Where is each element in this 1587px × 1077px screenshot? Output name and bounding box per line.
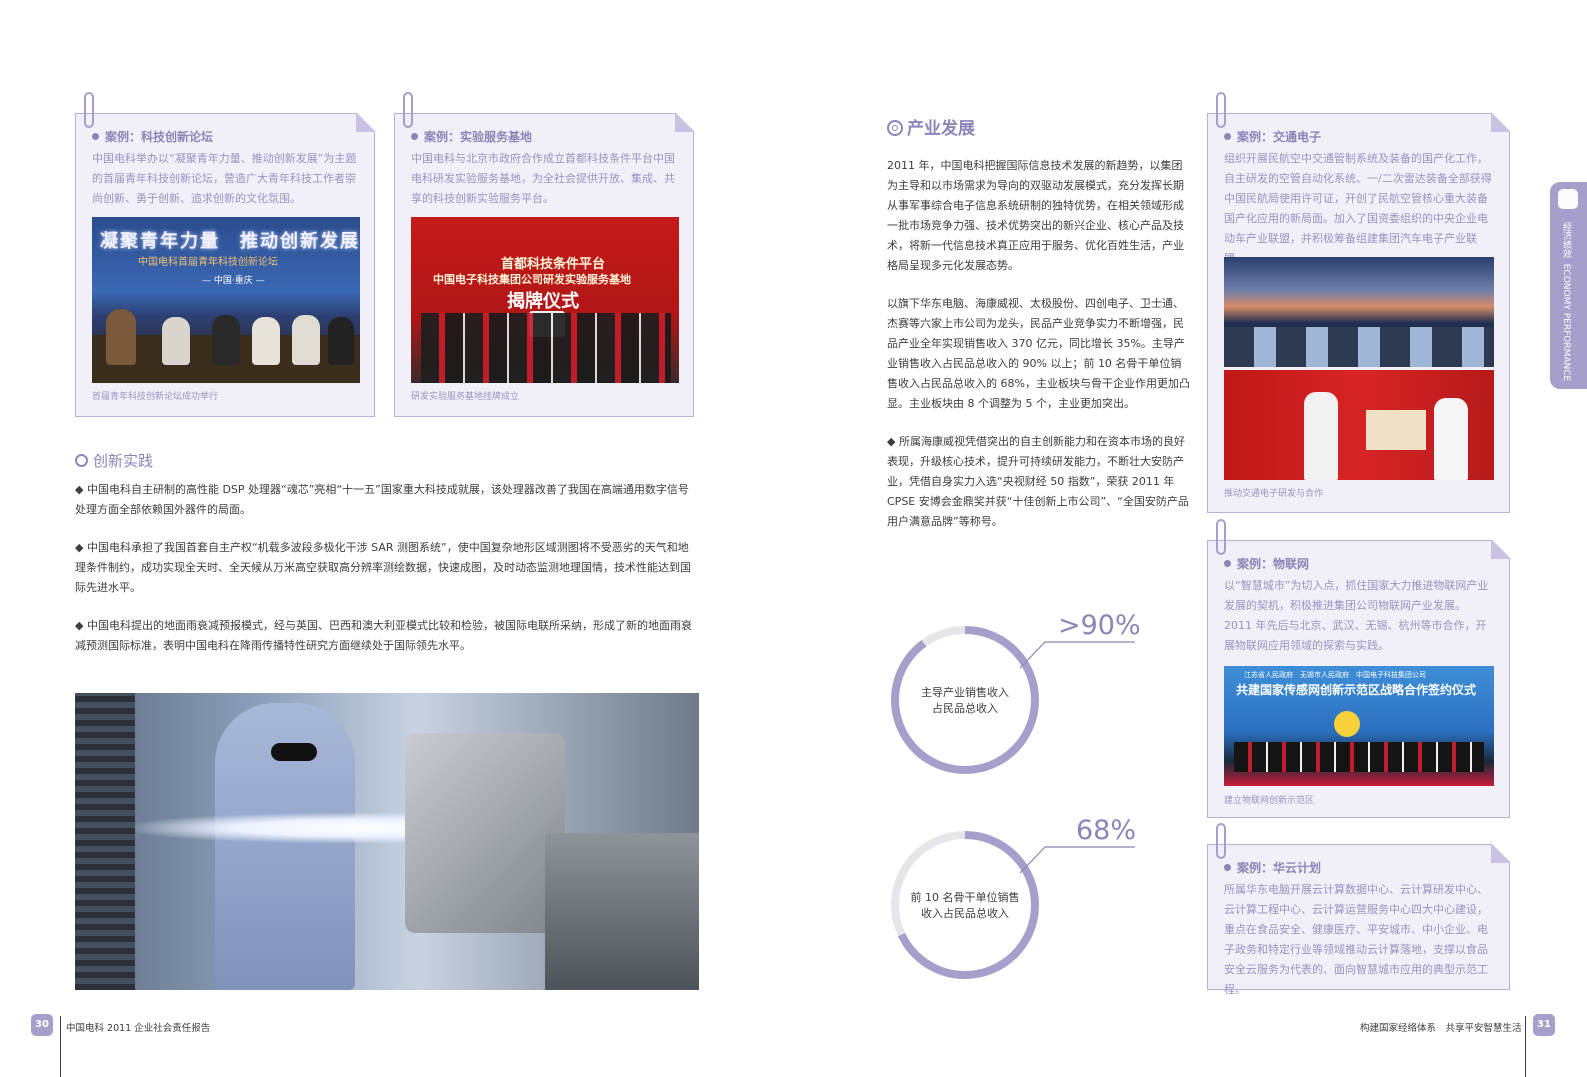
section-title-industry: 产业发展 [887,114,975,139]
section-title-innovation: 创新实践 [75,450,153,471]
case-caption: 研发实验服务基地挂牌成立 [411,392,520,402]
case-caption: 首届青年科技创新论坛成功举行 [92,392,219,402]
case-card-cloud: 案例：华云计划 所属华东电脑开展云计算数据中心、云计算研发中心、云计算工程中心、… [1207,823,1511,996]
page-fold-corner [1491,112,1511,132]
industry-paragraph: ◆ 所属海康威视凭借突出的自主创新能力和在资本市场的良好表现，升级核心技术，提升… [887,435,1189,528]
forum-banner-text: 凝聚青年力量 推动创新发展 [100,231,360,252]
forum-banner-location: — 中国·重庆 — [202,276,265,286]
page-fold-corner [356,112,376,132]
case-title: 案例：物联网 [1224,555,1309,572]
case-title: 案例：科技创新论坛 [92,128,213,145]
case-card-sci-forum: 案例：科技创新论坛 中国电科举办以“凝聚青年力量、推动创新发展”为主题的首届青年… [75,92,376,417]
double-circle-bullet-icon [887,120,903,136]
forum-banner-subtext: 中国电科首届青年科技创新论坛 [138,257,278,268]
case-text: 中国电科举办以“凝聚青年力量、推动创新发展”为主题的首届青年科技创新论坛，营造广… [92,152,357,205]
case-text: 组织开展民航空中交通管制系统及装备的国产化工作，自主研发的空管自动化系统、一/二… [1224,152,1492,265]
case-title: 案例：实验服务基地 [411,128,532,145]
iot-signing-photo: 江苏省人民政府 无锡市人民政府 中国电子科技集团公司 共建国家传感网创新示范区战… [1224,666,1494,786]
stat-label: 前 10 名骨干单位销售 收入占民品总收入 [910,891,1020,920]
unveiling-photo [1224,370,1494,480]
paperclip-icon [1216,92,1226,128]
page-fold-corner [1491,539,1511,559]
case-card-iot: 案例：物联网 以“智慧城市”为切入点，抓住国家大力推进物联网产业发展的契机，积极… [1207,519,1511,818]
footer-slogan: 构建国家经络体系 共享平安智慧生活 [1360,1023,1522,1034]
footer-report-title: 中国电科 2011 企业社会责任报告 [66,1023,211,1034]
forum-photo: 凝聚青年力量 推动创新发展 中国电科首届青年科技创新论坛 — 中国·重庆 — [92,217,360,383]
page-number-badge-right: 31 [1533,1014,1555,1036]
innovation-paragraph: ◆ 中国电科自主研制的高性能 DSP 处理器“魂芯”亮相“十一五”国家重大科技成… [75,483,689,516]
industry-paragraph: 2011 年，中国电科把握国际信息技术发展的新趋势，以集团为主导和以市场需求为导… [887,159,1184,272]
side-tab-economy[interactable]: 经济绩效 ECONOMY PERFORMANCE [1550,182,1587,389]
lab-banner-ceremony: 揭牌仪式 [507,291,579,312]
control-room-photo [1224,257,1494,367]
paperclip-icon [84,92,94,128]
paperclip-icon [1216,823,1226,859]
case-caption: 推动交通电子研发与合作 [1224,489,1324,499]
case-card-traffic: 案例：交通电子 组织开展民航空中交通管制系统及装备的国产化工作，自主研发的空管自… [1207,92,1511,513]
stat-label: 主导产业销售收入 占民品总收入 [921,686,1009,715]
paperclip-icon [403,92,413,128]
footer-divider [60,1016,61,1077]
side-tab-label: 经济绩效 ECONOMY PERFORMANCE [1561,222,1571,382]
stat-value: 68% [1076,815,1137,846]
page-fold-corner [675,112,695,132]
iot-banner-title: 共建国家传感网创新示范区战略合作签约仪式 [1236,683,1477,697]
lab-banner-subtitle: 中国电子科技集团公司研发实验服务基地 [433,273,631,286]
paperclip-icon [1216,519,1226,555]
innovation-paragraph: ◆ 中国电科承担了我国首套自主产权“机载多波段多极化干涉 SAR 测图系统”，使… [75,541,691,594]
footer-divider [1525,1016,1526,1077]
case-text: 中国电科与北京市政府合作成立首都科技条件平台中国电科研发实验服务基地，为全社会提… [411,152,675,205]
industry-paragraph: 以旗下华东电脑、海康威视、太极股份、四创电子、卫士通、杰赛等六家上市公司为龙头，… [887,297,1190,410]
circle-bullet-icon [75,454,88,467]
case-text: 所属华东电脑开展云计算数据中心、云计算研发中心、云计算工程中心、云计算运营服务中… [1224,883,1488,996]
case-text: 以“智慧城市”为切入点，抓住国家大力推进物联网产业发展的契机，积极推进集团公司物… [1224,579,1489,652]
page-number-badge-left: 30 [31,1014,53,1036]
lab-base-photo: 首都科技条件平台 中国电子科技集团公司研发实验服务基地 揭牌仪式 [411,217,679,383]
puzzle-icon [1558,189,1578,209]
page-fold-corner [1491,843,1511,863]
stat-value: >90% [1058,610,1141,641]
case-caption: 建立物联网创新示范区 [1224,796,1315,806]
case-title: 案例：华云计划 [1224,859,1321,876]
case-card-lab-base: 案例：实验服务基地 中国电科与北京市政府合作成立首都科技条件平台中国电科研发实验… [394,92,695,417]
case-title: 案例：交通电子 [1224,128,1321,145]
lab-banner-title: 首都科技条件平台 [501,257,606,272]
laser-lab-photo [75,693,699,990]
innovation-paragraph: ◆ 中国电科提出的地面雨衰减预报模式，经与英国、巴西和澳大利亚模式比较和检验，被… [75,619,692,652]
iot-banner-subtitle: 江苏省人民政府 无锡市人民政府 中国电子科技集团公司 [1244,671,1426,679]
